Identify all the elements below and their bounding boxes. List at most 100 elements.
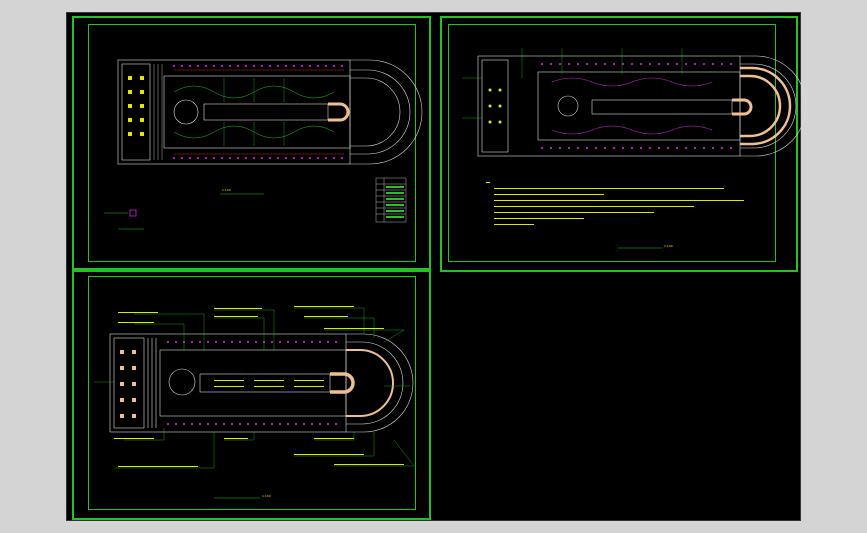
tree-mark <box>246 340 250 344</box>
drawing-sheet-1[interactable]: 1:100 <box>72 16 431 272</box>
sheet-1-plan <box>104 59 423 230</box>
tree-mark <box>549 146 553 150</box>
tree-mark <box>260 156 264 160</box>
tree-mark <box>180 64 184 68</box>
drawing-sheet-3[interactable]: 1:100 <box>72 268 431 520</box>
tree-mark <box>666 146 670 150</box>
tree-mark <box>340 64 344 68</box>
cad-viewport[interactable]: 1:100 1:100 1:100 <box>66 12 807 521</box>
tree-mark <box>666 62 670 66</box>
tree-mark <box>220 156 224 160</box>
tree-mark <box>310 340 314 344</box>
tree-mark <box>648 62 652 66</box>
tree-mark <box>675 146 679 150</box>
tree-mark <box>270 340 274 344</box>
sheet-2-scale: 1:100 <box>664 244 673 248</box>
tree-mark <box>302 340 306 344</box>
tree-mark <box>576 146 580 150</box>
tree-mark <box>684 62 688 66</box>
tree-mark <box>621 62 625 66</box>
tree-mark <box>324 64 328 68</box>
sheet-1-scale: 1:100 <box>222 188 231 192</box>
tree-mark <box>228 64 232 68</box>
tree-mark <box>278 340 282 344</box>
tree-mark <box>230 340 234 344</box>
tree-mark <box>308 156 312 160</box>
tree-mark <box>630 62 634 66</box>
tree-mark <box>585 146 589 150</box>
tree-mark <box>648 146 652 150</box>
tree-mark <box>567 146 571 150</box>
tree-mark <box>630 146 634 150</box>
tree-mark <box>639 146 643 150</box>
tree-mark <box>332 156 336 160</box>
tree-mark <box>711 62 715 66</box>
drawing-sheet-2[interactable]: 1:100 <box>440 16 807 272</box>
tree-mark <box>729 62 733 66</box>
tree-mark <box>174 340 178 344</box>
tree-mark <box>558 146 562 150</box>
tree-mark <box>612 146 616 150</box>
tree-mark <box>702 62 706 66</box>
tree-mark <box>222 340 226 344</box>
tree-mark <box>540 62 544 66</box>
tree-mark <box>594 146 598 150</box>
tree-mark <box>190 422 194 426</box>
tree-mark <box>324 156 328 160</box>
tree-mark <box>214 422 218 426</box>
tree-mark <box>252 156 256 160</box>
tree-mark <box>246 422 250 426</box>
tree-mark <box>244 64 248 68</box>
tree-mark <box>294 422 298 426</box>
tree-mark <box>188 156 192 160</box>
half-round-pool <box>328 102 350 122</box>
tree-mark <box>254 340 258 344</box>
tree-mark <box>252 64 256 68</box>
tree-mark <box>657 62 661 66</box>
tree-mark <box>228 156 232 160</box>
tree-mark <box>318 340 322 344</box>
tree-mark <box>558 62 562 66</box>
tree-mark <box>720 146 724 150</box>
tree-mark <box>268 156 272 160</box>
tree-mark <box>270 422 274 426</box>
tree-mark <box>549 62 553 66</box>
tree-mark <box>585 62 589 66</box>
tree-mark <box>612 62 616 66</box>
tree-mark <box>340 156 344 160</box>
tree-mark <box>198 422 202 426</box>
tree-mark <box>260 64 264 68</box>
tree-mark <box>286 422 290 426</box>
tree-mark <box>222 422 226 426</box>
tree-mark <box>316 156 320 160</box>
tree-mark <box>174 422 178 426</box>
tree-mark <box>292 156 296 160</box>
tree-mark <box>180 156 184 160</box>
tree-mark <box>693 146 697 150</box>
tree-mark <box>720 62 724 66</box>
tree-mark <box>188 64 192 68</box>
tree-mark <box>172 64 176 68</box>
tree-mark <box>166 422 170 426</box>
tree-mark <box>236 64 240 68</box>
tree-mark <box>332 64 336 68</box>
tree-mark <box>204 156 208 160</box>
tree-mark <box>238 422 242 426</box>
tree-mark <box>603 146 607 150</box>
tree-mark <box>206 422 210 426</box>
legend-symbol-icon <box>129 209 137 217</box>
tree-mark <box>268 64 272 68</box>
tree-mark <box>729 146 733 150</box>
tree-mark <box>198 340 202 344</box>
tree-mark <box>675 62 679 66</box>
tree-mark <box>206 340 210 344</box>
tree-mark <box>196 64 200 68</box>
tree-mark <box>230 422 234 426</box>
tree-mark <box>326 422 330 426</box>
tree-mark <box>540 146 544 150</box>
sheet-3-scale: 1:100 <box>262 494 271 498</box>
tree-mark <box>172 156 176 160</box>
tree-mark <box>657 146 661 150</box>
round-fountain <box>173 99 199 125</box>
sheet-3-plan <box>94 306 415 499</box>
